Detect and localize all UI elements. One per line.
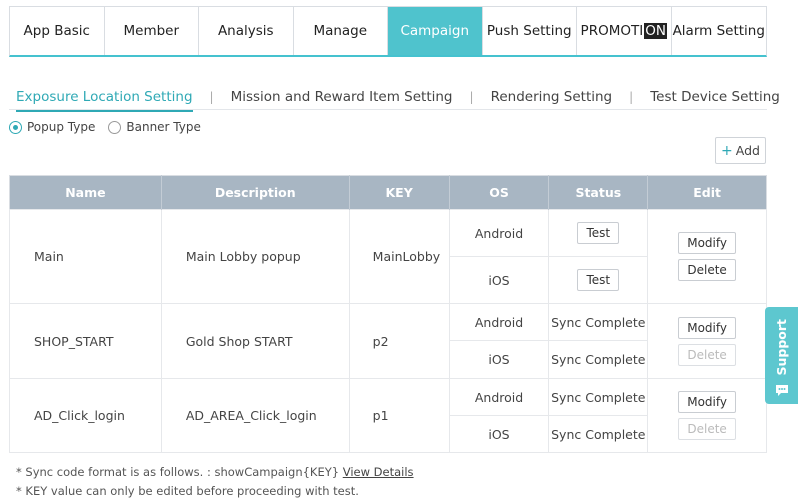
cell-os: Android <box>448 303 550 341</box>
cell-name: Main <box>9 209 162 304</box>
table-row: AD_Click_login AD_AREA_Click_login p1 An… <box>9 378 767 453</box>
tab-member[interactable]: Member <box>105 7 199 55</box>
tab-push-setting[interactable]: Push Setting <box>483 7 577 55</box>
delete-button[interactable]: Delete <box>678 343 736 366</box>
modify-button[interactable]: Modify <box>678 232 736 254</box>
header-status: Status <box>548 175 649 210</box>
edit-actions: Modify Delete <box>648 232 766 281</box>
add-button-label: Add <box>735 143 760 158</box>
cell-name: SHOP_START <box>9 303 162 379</box>
radio-banner-label: Banner Type <box>126 120 201 134</box>
cell-status: Test <box>548 209 649 257</box>
cell-description: AD_AREA_Click_login <box>160 378 350 453</box>
table-header-row: Name Description KEY OS Status Edit <box>9 175 767 210</box>
cell-status: Sync Complete <box>548 378 649 416</box>
tab-promotion-highlight: ON <box>644 23 667 39</box>
support-label: Support <box>774 319 789 376</box>
modify-button[interactable]: Modify <box>678 391 736 413</box>
cell-edit: Modify Delete <box>647 378 767 453</box>
edit-actions: Modify Delete <box>648 391 766 440</box>
sub-tab-bar: Exposure Location Setting | Mission and … <box>9 84 780 112</box>
cell-status: Sync Complete <box>548 303 649 341</box>
chat-icon <box>775 385 788 396</box>
subtab-mission-reward[interactable]: Mission and Reward Item Setting <box>231 89 453 105</box>
radio-banner-type[interactable]: Banner Type <box>108 120 201 134</box>
subtab-separator: | <box>209 89 214 104</box>
header-os: OS <box>449 175 550 210</box>
cell-name: AD_Click_login <box>9 378 162 453</box>
cell-status: Sync Complete <box>548 415 649 453</box>
note-sync-text: * Sync code format is as follows. : show… <box>16 465 340 479</box>
view-details-link[interactable]: View Details <box>343 465 414 479</box>
edit-actions: Modify Delete <box>648 316 766 366</box>
main-tab-bar: App Basic Member Analysis Manage Campaig… <box>9 6 767 57</box>
tab-campaign[interactable]: Campaign <box>388 7 483 55</box>
tab-alarm-setting[interactable]: Alarm Setting <box>672 7 767 55</box>
test-button[interactable]: Test <box>577 269 620 291</box>
radio-banner-indicator[interactable] <box>108 120 122 134</box>
plus-icon: + <box>721 142 733 159</box>
tab-analysis[interactable]: Analysis <box>199 7 294 55</box>
cell-edit: Modify Delete <box>647 209 767 304</box>
radio-popup-indicator[interactable] <box>9 120 22 134</box>
cell-os: iOS <box>448 256 550 304</box>
radio-popup-type[interactable]: Popup Type <box>9 120 95 134</box>
exposure-location-table: Name Description KEY OS Status Edit Main… <box>9 175 767 453</box>
cell-description: Gold Shop START <box>160 303 350 379</box>
header-key: KEY <box>349 175 450 210</box>
cell-key: MainLobby <box>348 209 450 304</box>
subtab-exposure-location[interactable]: Exposure Location Setting <box>16 89 193 112</box>
table-row: SHOP_START Gold Shop START p2 Android Sy… <box>9 303 767 379</box>
cell-edit: Modify Delete <box>647 303 767 379</box>
cell-key: p2 <box>348 303 450 379</box>
tab-app-basic[interactable]: App Basic <box>10 7 105 55</box>
cell-description: Main Lobby popup <box>160 209 350 304</box>
notes: * Sync code format is as follows. : show… <box>16 463 414 500</box>
cell-status: Sync Complete <box>548 340 649 379</box>
radio-popup-label: Popup Type <box>27 120 96 134</box>
header-description: Description <box>161 175 350 210</box>
subtab-rendering[interactable]: Rendering Setting <box>491 89 613 105</box>
cell-os: iOS <box>448 415 550 453</box>
header-edit: Edit <box>647 175 767 210</box>
tab-promotion[interactable]: PROMOTI ON <box>577 7 672 55</box>
note-key-edit: * KEY value can only be edited before pr… <box>16 484 359 498</box>
cell-key: p1 <box>348 378 450 453</box>
table-row: Main Main Lobby popup MainLobby Android … <box>9 209 767 304</box>
delete-button[interactable]: Delete <box>678 418 736 440</box>
cell-os: iOS <box>448 340 550 379</box>
subtab-separator: | <box>469 89 474 104</box>
add-button[interactable]: + Add <box>715 137 766 164</box>
tab-manage[interactable]: Manage <box>294 7 388 55</box>
cell-os: Android <box>448 378 550 416</box>
delete-button[interactable]: Delete <box>678 259 736 281</box>
cell-os: Android <box>448 209 550 257</box>
support-tab[interactable]: Support <box>765 307 798 404</box>
note-sync-format: * Sync code format is as follows. : show… <box>16 463 414 482</box>
type-radio-group: Popup Type Banner Type <box>9 120 214 134</box>
tab-promotion-label: PROMOTI <box>580 23 644 39</box>
header-name: Name <box>9 175 162 210</box>
cell-status: Test <box>548 256 649 304</box>
subtab-test-device[interactable]: Test Device Setting <box>650 89 780 105</box>
test-button[interactable]: Test <box>577 222 620 244</box>
modify-button[interactable]: Modify <box>678 316 736 339</box>
subtab-separator: | <box>629 89 634 104</box>
